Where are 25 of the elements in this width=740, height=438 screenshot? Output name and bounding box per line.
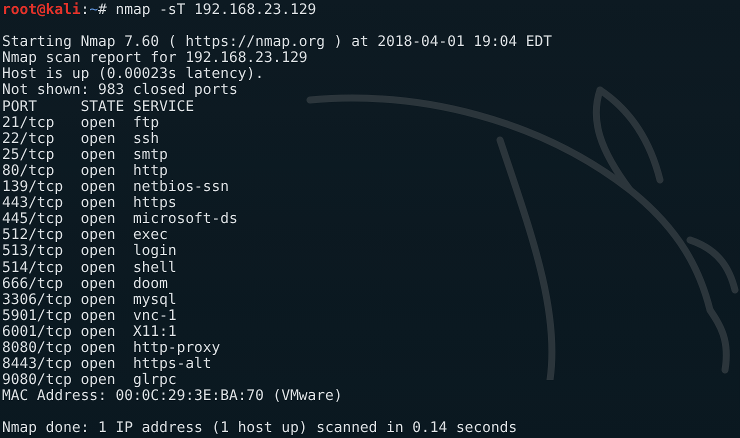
output-line: 445/tcp open microsoft-ds xyxy=(2,211,238,228)
output-line: MAC Address: 00:0C:29:3E:BA:70 (VMware) xyxy=(2,388,342,404)
output-line: Starting Nmap 7.60 ( https://nmap.org ) at 2018-04-01 19:04 EDT xyxy=(2,34,552,50)
output-line: 25/tcp open smtp xyxy=(2,146,168,163)
output-line: 443/tcp open https xyxy=(2,195,177,212)
output-line: 512/tcp open exec xyxy=(2,227,168,244)
output-line: 513/tcp open login xyxy=(2,243,177,260)
output-line: PORT STATE SERVICE xyxy=(2,98,194,115)
output-line: 9080/tcp open glrpc xyxy=(2,372,177,388)
output-line: 5901/tcp open vnc-1 xyxy=(2,308,177,324)
output-line: 139/tcp open netbios-ssn xyxy=(2,179,229,196)
output-line: Nmap done: 1 IP address (1 host up) scanned in 0.14 seconds xyxy=(2,420,518,437)
output-line: 514/tcp open shell xyxy=(2,260,177,276)
output-line: Host is up (0.00023s latency). xyxy=(2,66,264,82)
output-line: Nmap scan report for 192.168.23.129 xyxy=(2,50,308,66)
output-line: 80/tcp open http xyxy=(2,162,168,180)
output-line: 666/tcp open doom xyxy=(2,276,168,292)
command-line: root@kali:~# nmap -sT 192.168.23.129 xyxy=(2,2,316,18)
output-line: 3306/tcp open mysql xyxy=(2,292,177,308)
output-line: 6001/tcp open X11:1 xyxy=(2,324,177,340)
output-line: 21/tcp open ftp xyxy=(2,114,160,131)
output-line: 22/tcp open ssh xyxy=(2,130,160,147)
output-line: 8443/tcp open https-alt xyxy=(2,356,212,372)
output-line: Not shown: 983 closed ports xyxy=(2,82,238,99)
output-line: 8080/tcp open http-proxy xyxy=(2,340,220,356)
